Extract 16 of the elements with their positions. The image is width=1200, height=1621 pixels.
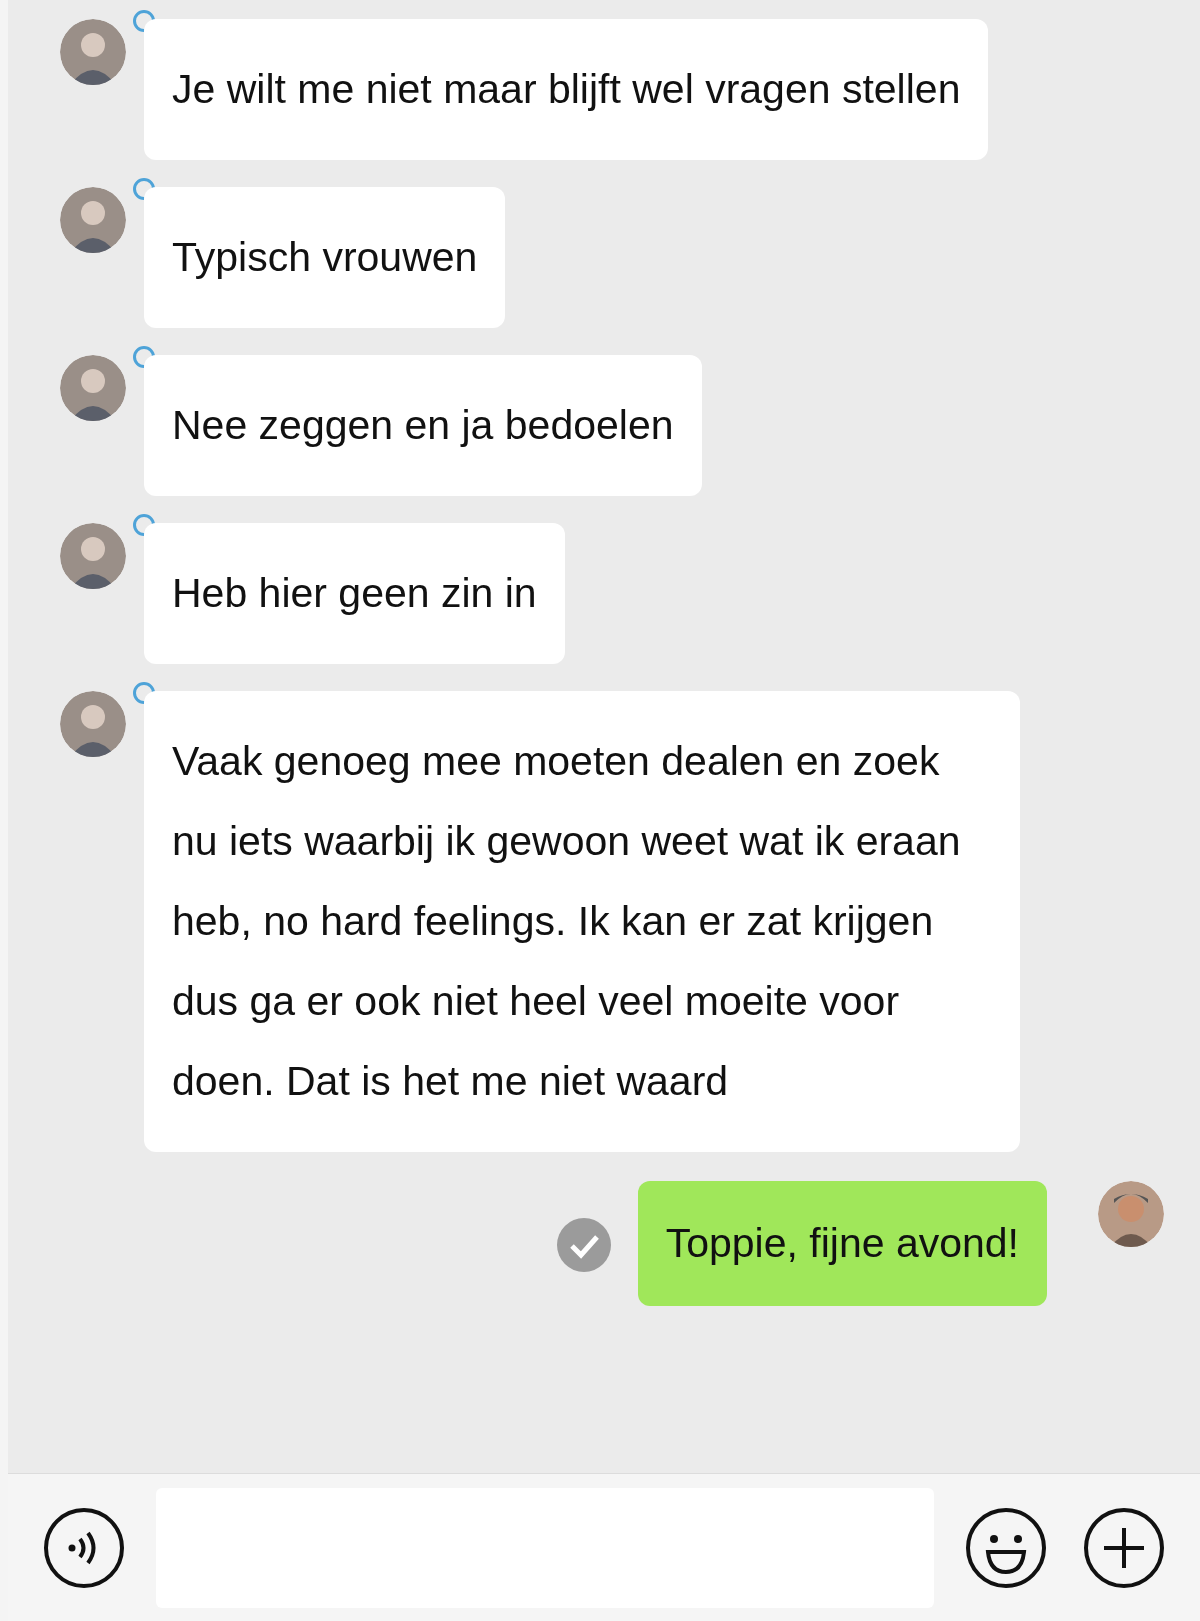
check-icon <box>555 1217 612 1273</box>
avatar[interactable] <box>60 523 126 589</box>
message-bubble: Typisch vrouwen <box>144 187 506 328</box>
plus-icon[interactable] <box>1082 1505 1166 1590</box>
avatar[interactable] <box>60 355 126 421</box>
message-bubble: Toppie, fijne avond! <box>637 1181 1047 1306</box>
avatar[interactable] <box>1098 1181 1164 1247</box>
avatar[interactable] <box>60 691 126 757</box>
message-bubble: Vaak genoeg mee moeten dealen en zoek nu iets waarbij ik gewoon weet wat ik eraan heb, no hard feelings. Ik kan er zat krijgen dus ga er ook niet heel veel moeite voor doen. Dat is het me niet waard <box>144 691 1020 1152</box>
message-bubble: Je wilt me niet maar blijft wel vragen stellen <box>144 19 989 160</box>
avatar[interactable] <box>60 187 126 253</box>
voice-icon[interactable] <box>42 1505 126 1590</box>
emoji-icon[interactable] <box>964 1505 1048 1590</box>
message-bubble: Nee zeggen en ja bedoelen <box>144 355 702 496</box>
avatar[interactable] <box>60 19 126 85</box>
message-bubble: Heb hier geen zin in <box>144 523 565 664</box>
